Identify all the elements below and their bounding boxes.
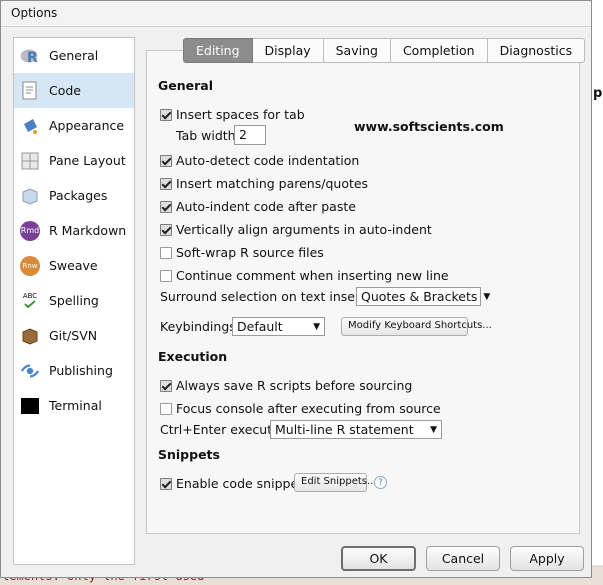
code-page-icon	[20, 81, 40, 101]
option-label: Continue comment when inserting new line	[176, 268, 449, 283]
tab-diagnostics[interactable]: Diagnostics	[487, 38, 586, 63]
tab-display[interactable]: Display	[252, 38, 324, 63]
option-label: Soft-wrap R source files	[176, 245, 324, 260]
git-box-icon	[20, 326, 40, 346]
option-label: Insert spaces for tab	[176, 107, 305, 122]
option-checkbox[interactable]	[160, 223, 172, 236]
sidebar-item-appearance[interactable]: Appearance	[14, 108, 134, 143]
terminal-icon	[20, 396, 40, 416]
sidebar-item-code[interactable]: Code	[14, 73, 134, 108]
insert-spaces-option[interactable]: Insert spaces for tab	[160, 107, 305, 122]
cancel-button[interactable]: Cancel	[426, 546, 500, 571]
ctrl-enter-select[interactable]: Multi-line R statement ▼	[270, 420, 442, 439]
sidebar-item-publishing[interactable]: Publishing	[14, 353, 134, 388]
r-logo-icon: R	[20, 46, 40, 66]
sidebar-item-label: Appearance	[49, 118, 125, 133]
option-checkbox[interactable]	[160, 246, 172, 259]
option-label: Auto-indent code after paste	[176, 199, 356, 214]
sidebar-item-label: Terminal	[49, 398, 102, 413]
select-value: Quotes & Brackets	[361, 289, 478, 304]
sidebar-item-label: Git/SVN	[49, 328, 98, 343]
chevron-down-icon: ▼	[430, 424, 437, 435]
tab-width-label: Tab width	[176, 128, 236, 143]
enable-snippets-option[interactable]: Enable code snippets	[160, 476, 310, 491]
option-checkbox[interactable]	[160, 269, 172, 282]
package-box-icon	[20, 186, 40, 206]
sidebar-item-r-markdown[interactable]: Rmd R Markdown	[14, 213, 134, 248]
option-checkbox[interactable]	[160, 154, 172, 167]
auto-indent-paste-option[interactable]: Auto-indent code after paste	[160, 199, 356, 214]
option-label: Focus console after executing from sourc…	[176, 401, 441, 416]
option-label: Always save R scripts before sourcing	[176, 378, 413, 393]
publish-icon	[20, 361, 40, 381]
pane-grid-icon	[20, 151, 40, 171]
select-value: Default	[237, 319, 283, 334]
option-checkbox[interactable]	[160, 477, 172, 490]
select-value: Multi-line R statement	[275, 422, 414, 437]
vertical-align-option[interactable]: Vertically align arguments in auto-inden…	[160, 222, 432, 237]
option-checkbox[interactable]	[160, 200, 172, 213]
rmd-icon: Rmd	[20, 220, 40, 241]
matching-parens-option[interactable]: Insert matching parens/quotes	[160, 176, 368, 191]
sidebar-item-pane-layout[interactable]: Pane Layout	[14, 143, 134, 178]
sweave-icon: Rnw	[20, 255, 40, 276]
background-glyph: p	[593, 86, 603, 101]
focus-console-option[interactable]: Focus console after executing from sourc…	[160, 401, 441, 416]
keybindings-select[interactable]: Default ▼	[232, 317, 325, 336]
options-sidebar: R General Code Appearance Pane Layout Pa…	[13, 37, 135, 565]
sidebar-item-label: Code	[49, 83, 82, 98]
sidebar-item-label: Pane Layout	[49, 153, 126, 168]
general-heading: General	[158, 78, 213, 93]
tab-width-input[interactable]: 2	[234, 125, 266, 145]
watermark-text: www.softscients.com	[354, 119, 504, 134]
always-save-option[interactable]: Always save R scripts before sourcing	[160, 378, 412, 393]
option-checkbox[interactable]	[160, 177, 172, 190]
sidebar-item-label: General	[49, 48, 99, 63]
tab-editing[interactable]: Editing	[183, 38, 253, 63]
option-checkbox[interactable]	[160, 402, 172, 415]
help-icon[interactable]: ?	[374, 476, 387, 489]
sidebar-item-label: Packages	[49, 188, 108, 203]
insert-spaces-checkbox[interactable]	[160, 108, 172, 121]
edit-snippets-button[interactable]: Edit Snippets...	[294, 473, 377, 492]
tab-completion[interactable]: Completion	[390, 38, 488, 63]
chevron-down-icon: ▼	[313, 321, 320, 332]
surround-label: Surround selection on text insertion:	[160, 289, 389, 304]
option-label: Enable code snippets	[176, 476, 310, 491]
options-tabs: Editing Display Saving Completion Diagno…	[183, 38, 586, 63]
soft-wrap-option[interactable]: Soft-wrap R source files	[160, 245, 324, 260]
option-label: Insert matching parens/quotes	[176, 176, 369, 191]
sidebar-item-label: R Markdown	[49, 223, 127, 238]
surround-select[interactable]: Quotes & Brackets ▼	[356, 287, 490, 306]
auto-detect-indent-option[interactable]: Auto-detect code indentation	[160, 153, 359, 168]
sidebar-item-general[interactable]: R General	[14, 38, 134, 73]
chevron-down-icon: ▼	[483, 291, 491, 302]
sidebar-item-sweave[interactable]: Rnw Sweave	[14, 248, 134, 283]
option-label: Vertically align arguments in auto-inden…	[176, 222, 432, 237]
apply-button[interactable]: Apply	[510, 546, 584, 571]
keybindings-label: Keybindings:	[160, 319, 240, 334]
execution-heading: Execution	[158, 349, 228, 364]
spellcheck-icon: ABC	[20, 291, 40, 311]
snippets-heading: Snippets	[158, 447, 220, 462]
tab-saving[interactable]: Saving	[323, 38, 391, 63]
continue-comment-option[interactable]: Continue comment when inserting new line	[160, 268, 449, 283]
ok-button[interactable]: OK	[341, 546, 416, 571]
sidebar-item-label: Spelling	[49, 293, 99, 308]
options-dialog: Options R General Code Appearance Pane L…	[0, 0, 592, 578]
modify-shortcuts-button[interactable]: Modify Keyboard Shortcuts...	[341, 317, 492, 336]
sidebar-item-label: Publishing	[49, 363, 113, 378]
sidebar-item-spelling[interactable]: ABC Spelling	[14, 283, 134, 318]
option-checkbox[interactable]	[160, 379, 172, 392]
paint-bucket-icon	[20, 116, 40, 136]
sidebar-item-terminal[interactable]: Terminal	[14, 388, 134, 423]
window-title: Options	[1, 1, 591, 27]
sidebar-item-git-svn[interactable]: Git/SVN	[14, 318, 134, 353]
option-label: Auto-detect code indentation	[176, 153, 360, 168]
sidebar-item-label: Sweave	[49, 258, 98, 273]
svg-text:R: R	[27, 50, 38, 66]
sidebar-item-packages[interactable]: Packages	[14, 178, 134, 213]
